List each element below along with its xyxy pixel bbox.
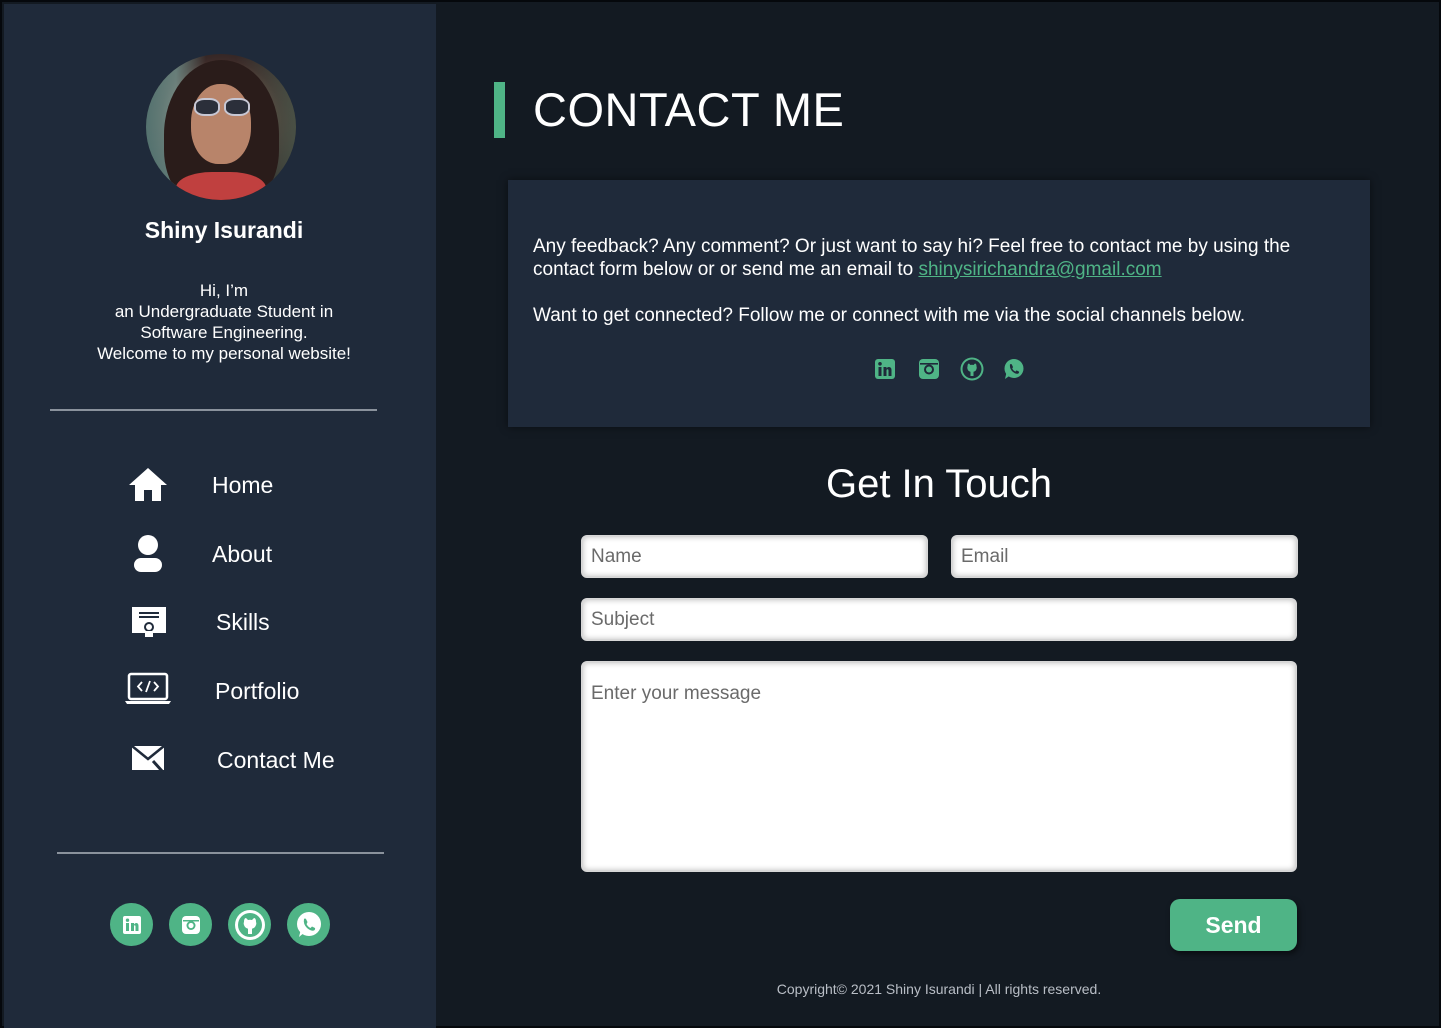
bio-line: an Undergraduate Student in <box>114 302 334 321</box>
info-text-prefix: contact form below or or send me an emai… <box>533 259 919 280</box>
message-textarea[interactable]: Enter your message <box>581 661 1297 872</box>
footer-copyright: Copyright© 2021 Shiny Isurandi | All rig… <box>776 981 1102 997</box>
info-text-line: Want to get connected? Follow me or conn… <box>533 305 1246 326</box>
bio-line: Welcome to my personal website! <box>97 344 351 363</box>
name-field[interactable]: Name <box>581 535 928 578</box>
page-title: CONTACT ME <box>533 83 845 136</box>
github-icon[interactable] <box>228 903 271 946</box>
info-text-line: Any feedback? Any comment? Or just want … <box>533 236 1291 257</box>
sidebar-item-label: Skills <box>216 609 270 635</box>
email-link[interactable]: shinysirichandra@gmail.com <box>918 259 1161 280</box>
info-card: Any feedback? Any comment? Or just want … <box>508 180 1370 427</box>
sidebar-item-label: Home <box>212 472 274 498</box>
sidebar-item-label: Portfolio <box>215 678 300 704</box>
mail-icon <box>131 745 165 779</box>
instagram-icon[interactable] <box>917 357 941 381</box>
page-frame: Shiny Isurandi Hi, I’m an Undergraduate … <box>0 0 1441 1028</box>
sidebar-item-home[interactable]: Home <box>124 466 324 508</box>
email-field[interactable]: Email <box>951 535 1298 578</box>
avatar <box>146 54 296 200</box>
profile-bio: Hi, I’m an Undergraduate Student in Soft… <box>4 280 444 364</box>
sidebar-item-about[interactable]: About <box>124 534 324 576</box>
sidebar-divider-top <box>50 409 377 411</box>
sidebar: Shiny Isurandi Hi, I’m an Undergraduate … <box>4 4 436 1028</box>
title-accent-bar <box>494 82 505 138</box>
home-icon <box>127 466 169 508</box>
sidebar-item-contact[interactable]: Contact Me <box>124 740 364 782</box>
github-icon[interactable] <box>960 357 984 381</box>
user-icon <box>132 534 164 580</box>
sidebar-item-skills[interactable]: Skills <box>124 604 324 646</box>
laptop-code-icon <box>124 672 172 712</box>
send-button[interactable]: Send <box>1170 899 1297 951</box>
sidebar-divider-bottom <box>57 852 384 854</box>
profile-name: Shiny Isurandi <box>144 217 304 243</box>
certificate-icon <box>131 606 167 644</box>
bio-line: Software Engineering. <box>140 323 308 342</box>
instagram-icon[interactable] <box>169 903 212 946</box>
sidebar-item-label: Contact Me <box>217 747 335 773</box>
sidebar-item-label: About <box>212 541 273 567</box>
subject-field[interactable]: Subject <box>581 598 1297 641</box>
info-text-line: contact form below or or send me an emai… <box>533 258 1162 281</box>
section-title: Get In Touch <box>825 462 1053 506</box>
linkedin-icon[interactable] <box>110 903 153 946</box>
bio-line: Hi, I’m <box>199 281 249 300</box>
whatsapp-icon[interactable] <box>287 903 330 946</box>
linkedin-icon[interactable] <box>873 357 897 381</box>
whatsapp-icon[interactable] <box>1002 357 1026 381</box>
sidebar-item-portfolio[interactable]: Portfolio <box>124 670 344 712</box>
